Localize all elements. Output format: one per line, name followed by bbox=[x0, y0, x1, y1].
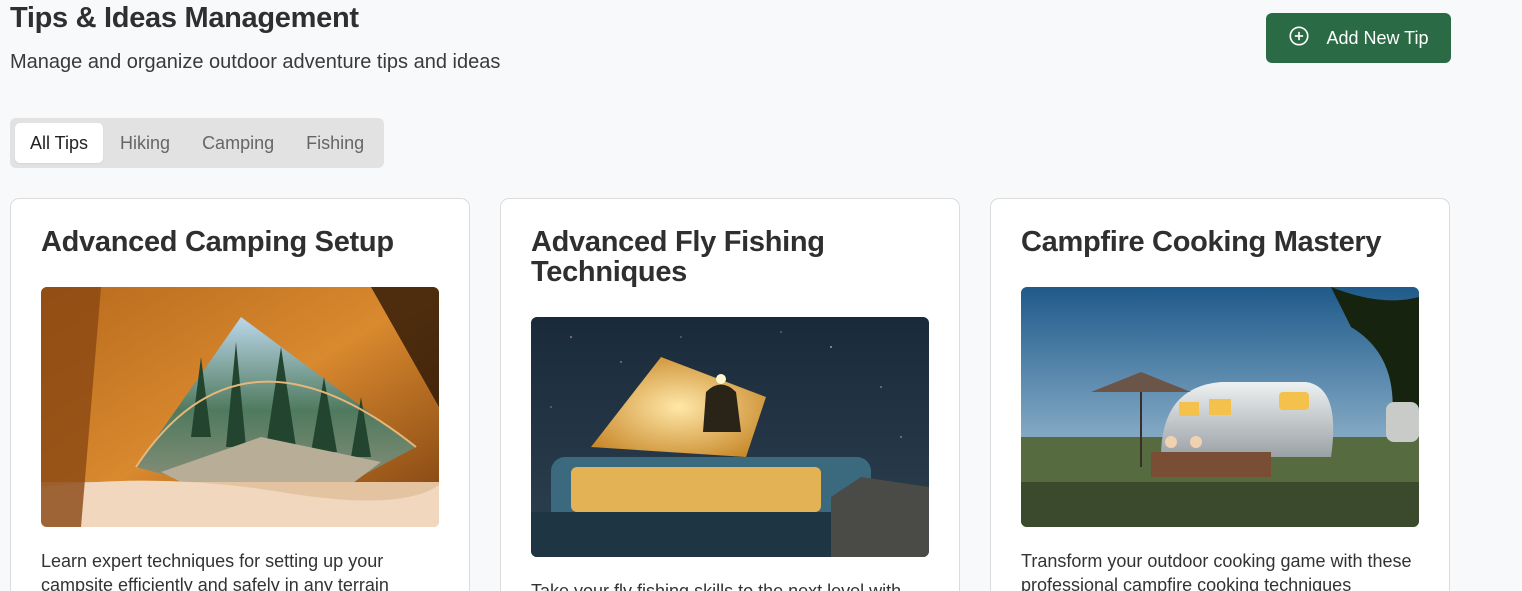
page-title: Tips & Ideas Management bbox=[10, 2, 359, 34]
tab-hiking[interactable]: Hiking bbox=[105, 123, 185, 163]
tab-fishing[interactable]: Fishing bbox=[291, 123, 379, 163]
tab-camping[interactable]: Camping bbox=[187, 123, 289, 163]
add-new-tip-label: Add New Tip bbox=[1326, 27, 1429, 48]
tip-card[interactable]: Advanced Camping Setup Learn expert tech… bbox=[10, 198, 470, 591]
tip-card-title: Advanced Fly Fishing Techniques bbox=[531, 226, 825, 288]
plus-circle-icon bbox=[1288, 25, 1310, 52]
tip-card-description: Learn expert techniques for setting up y… bbox=[41, 551, 389, 591]
tip-card-title: Advanced Camping Setup bbox=[41, 226, 394, 258]
vintage-trailer-dusk-photo bbox=[1021, 287, 1419, 527]
tent-interior-forest-view-photo bbox=[41, 287, 439, 527]
tip-card[interactable]: Campfire Cooking Mastery Transform your … bbox=[990, 198, 1450, 591]
tip-card-title: Campfire Cooking Mastery bbox=[1021, 226, 1382, 258]
tip-card-description: Take your fly fishing skills to the next… bbox=[531, 581, 902, 591]
tip-card-description: Transform your outdoor cooking game with… bbox=[1021, 551, 1412, 591]
campervan-night-sky-photo bbox=[531, 317, 929, 557]
tip-card[interactable]: Advanced Fly Fishing Techniques Take you… bbox=[500, 198, 960, 591]
page-header: Tips & Ideas Management Manage and organ… bbox=[10, 0, 1451, 80]
add-new-tip-button[interactable]: Add New Tip bbox=[1266, 13, 1451, 63]
category-filter-tabs: All Tips Hiking Camping Fishing bbox=[10, 118, 385, 168]
tab-all-tips[interactable]: All Tips bbox=[15, 123, 104, 163]
page-subtitle: Manage and organize outdoor adventure ti… bbox=[10, 51, 501, 73]
tips-card-grid: Advanced Camping Setup Learn expert tech… bbox=[10, 198, 1450, 591]
